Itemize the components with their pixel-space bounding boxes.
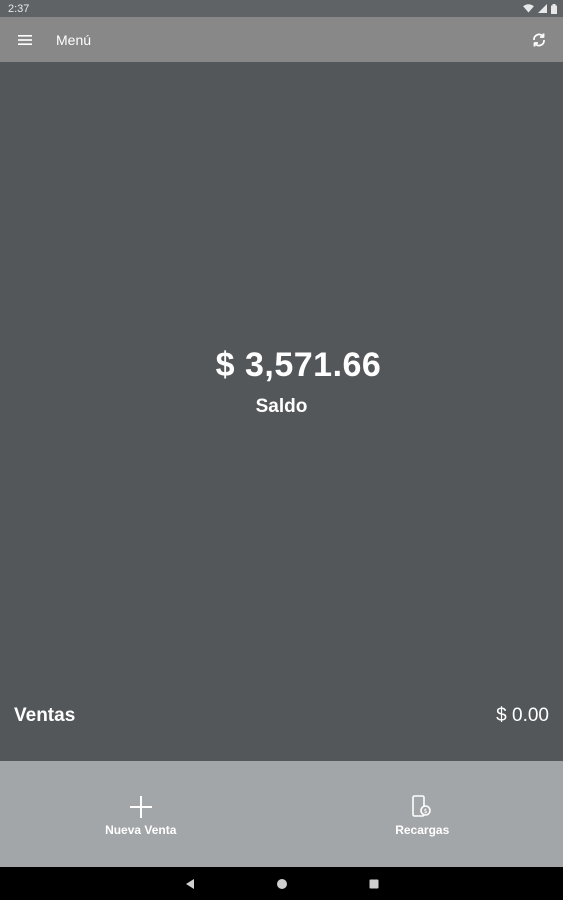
recents-icon[interactable] [365,875,383,893]
sales-value: $ 0.00 [496,705,549,726]
bottom-action-bar: Nueva Venta $ Recargas [0,761,563,867]
app-title: Menú [56,31,92,48]
wifi-icon [523,4,534,13]
svg-text:$: $ [424,808,428,815]
balance-label: Saldo [255,396,308,417]
balance-amount: $ 3,571.66 [215,346,382,384]
new-sale-button[interactable]: Nueva Venta [0,761,282,867]
sales-label: Ventas [14,705,76,726]
battery-icon [551,3,557,14]
recharges-label: Recargas [395,823,450,837]
status-time: 2:37 [8,2,30,15]
system-nav-bar [0,867,563,900]
refresh-icon[interactable] [529,30,549,50]
plus-icon [129,795,152,819]
new-sale-label: Nueva Venta [105,823,177,837]
back-icon[interactable] [181,875,199,893]
signal-icon [538,4,547,13]
phone-recharge-icon: $ [412,795,432,819]
status-bar: 2:37 [0,0,563,17]
app-bar: Menú [0,17,563,62]
home-icon[interactable] [273,875,291,893]
hamburger-menu-icon[interactable] [18,33,36,47]
recharges-button[interactable]: $ Recargas [282,761,563,867]
main-content: $ 3,571.66 Saldo Ventas $ 0.00 [0,62,563,761]
status-icons [523,3,557,14]
